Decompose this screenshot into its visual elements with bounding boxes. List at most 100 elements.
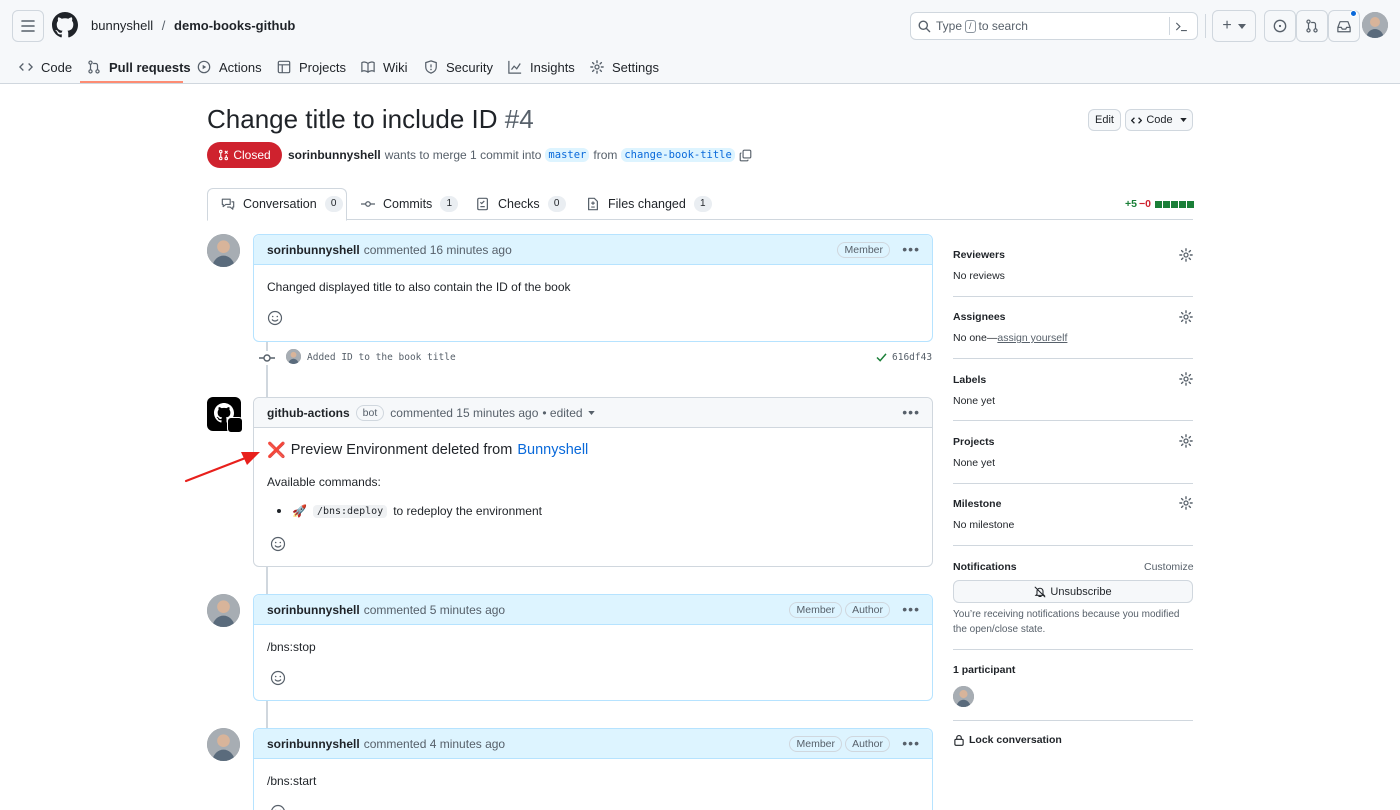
lock-conversation-button[interactable]: Lock conversation bbox=[953, 734, 1062, 746]
repo-owner-link[interactable]: bunnyshell bbox=[91, 18, 153, 33]
gear-icon[interactable] bbox=[1179, 248, 1193, 262]
create-new-button[interactable]: + bbox=[1212, 10, 1256, 42]
hamburger-menu-button[interactable] bbox=[12, 10, 44, 42]
nav-tab-label: Settings bbox=[612, 59, 659, 75]
bunnyshell-link[interactable]: Bunnyshell bbox=[517, 442, 588, 458]
commit-message-link[interactable]: Added ID to the book title bbox=[307, 352, 456, 363]
kebab-menu-icon[interactable]: ••• bbox=[902, 241, 920, 257]
breadcrumb-separator: / bbox=[161, 18, 166, 33]
comment-author[interactable]: sorinbunnyshell bbox=[267, 737, 360, 751]
comment-author[interactable]: sorinbunnyshell bbox=[267, 603, 360, 617]
comment-timestamp[interactable]: commented 5 minutes ago bbox=[364, 603, 505, 617]
edit-label: Edit bbox=[1095, 114, 1114, 126]
pr-author-link[interactable]: sorinbunnyshell bbox=[288, 148, 381, 162]
add-reaction-button[interactable] bbox=[270, 670, 286, 686]
code-dropdown-button[interactable]: Code bbox=[1125, 109, 1193, 131]
tab-conversation[interactable]: Conversation 0 bbox=[221, 188, 343, 220]
diffstat[interactable]: +5 −0 bbox=[1125, 198, 1194, 210]
add-reaction-button[interactable] bbox=[270, 536, 286, 552]
member-badge: Member bbox=[789, 602, 842, 618]
comment-avatar[interactable] bbox=[207, 728, 240, 761]
pull-requests-button[interactable] bbox=[1296, 10, 1328, 42]
add-reaction-button[interactable] bbox=[270, 804, 286, 810]
milestone-heading[interactable]: Milestone bbox=[953, 498, 1001, 510]
command-description: to redeploy the environment bbox=[393, 504, 542, 518]
nav-tab-label: Security bbox=[446, 59, 493, 75]
shield-icon bbox=[425, 60, 437, 74]
command-palette-icon[interactable] bbox=[1175, 20, 1188, 33]
comment-heading: ❌ Preview Environment deleted from Bunny… bbox=[267, 441, 588, 459]
github-actions-avatar[interactable] bbox=[207, 397, 243, 433]
reviewers-heading[interactable]: Reviewers bbox=[953, 249, 1005, 261]
commit-author-avatar[interactable] bbox=[286, 349, 301, 364]
customize-notifications-link[interactable]: Customize bbox=[1144, 561, 1194, 573]
check-icon[interactable] bbox=[876, 353, 887, 362]
copy-icon[interactable] bbox=[739, 149, 752, 162]
comment-author[interactable]: github-actions bbox=[267, 406, 350, 420]
nav-tab-actions[interactable]: Actions bbox=[197, 56, 262, 78]
nav-tab-pull-requests[interactable]: Pull requests bbox=[87, 56, 191, 78]
gear-icon[interactable] bbox=[1179, 372, 1193, 386]
tab-commits[interactable]: Commits 1 bbox=[361, 188, 459, 220]
kebab-menu-icon[interactable]: ••• bbox=[902, 735, 920, 751]
kebab-menu-icon[interactable]: ••• bbox=[902, 404, 920, 420]
bell-slash-icon bbox=[1035, 586, 1046, 597]
comment-card: sorinbunnyshell commented 5 minutes ago … bbox=[253, 594, 933, 701]
nav-tab-projects[interactable]: Projects bbox=[277, 56, 346, 78]
comment-avatar[interactable] bbox=[207, 594, 240, 627]
notifications-heading: Notifications bbox=[953, 561, 1017, 573]
member-badge: Member bbox=[789, 736, 842, 752]
nav-tab-insights[interactable]: Insights bbox=[508, 56, 575, 78]
comment-timestamp[interactable]: commented 4 minutes ago bbox=[364, 737, 505, 751]
plus-icon: + bbox=[1222, 17, 1232, 34]
edit-title-button[interactable]: Edit bbox=[1088, 109, 1121, 131]
head-branch[interactable]: change-book-title bbox=[621, 148, 735, 162]
tab-checks[interactable]: Checks 0 bbox=[476, 188, 566, 220]
nav-tab-label: Code bbox=[41, 59, 73, 75]
projects-heading[interactable]: Projects bbox=[953, 436, 994, 448]
graph-icon bbox=[508, 60, 522, 74]
labels-heading[interactable]: Labels bbox=[953, 374, 986, 386]
caret-down-icon[interactable] bbox=[587, 410, 595, 415]
kebab-menu-icon[interactable]: ••• bbox=[902, 601, 920, 617]
command-list-item: 🚀 /bns:deploy to redeploy the environmen… bbox=[277, 504, 542, 518]
nav-tab-wiki[interactable]: Wiki bbox=[361, 56, 408, 78]
comment-card: sorinbunnyshell commented 4 minutes ago … bbox=[253, 728, 933, 810]
search-input[interactable]: Type / to search bbox=[910, 12, 1198, 40]
gear-icon[interactable] bbox=[1179, 434, 1193, 448]
tab-files-changed[interactable]: Files changed 1 bbox=[586, 188, 712, 220]
user-avatar[interactable] bbox=[1362, 12, 1388, 38]
gear-icon[interactable] bbox=[1179, 496, 1193, 510]
diff-deletions: −0 bbox=[1138, 198, 1151, 210]
tab-counter: 1 bbox=[693, 196, 712, 212]
nav-tab-label: Projects bbox=[299, 59, 346, 75]
nav-tab-code[interactable]: Code bbox=[19, 56, 72, 78]
member-badge: Member bbox=[837, 242, 890, 258]
cross-mark-icon: ❌ bbox=[267, 442, 286, 459]
comment-avatar[interactable] bbox=[207, 234, 240, 267]
gear-icon[interactable] bbox=[1179, 310, 1193, 324]
comment-header: sorinbunnyshell commented 4 minutes ago … bbox=[254, 729, 932, 759]
add-reaction-button[interactable] bbox=[267, 310, 283, 326]
smiley-icon bbox=[271, 804, 285, 810]
comment-author[interactable]: sorinbunnyshell bbox=[267, 243, 360, 257]
github-logo[interactable] bbox=[52, 12, 78, 38]
issues-button[interactable] bbox=[1264, 10, 1296, 42]
edited-dropdown[interactable]: • edited bbox=[542, 406, 582, 420]
assign-yourself-link[interactable]: assign yourself bbox=[997, 332, 1067, 344]
comment-header: github-actions bot commented 15 minutes … bbox=[254, 398, 932, 428]
comment-timestamp[interactable]: commented 16 minutes ago bbox=[364, 243, 512, 257]
github-mark-icon bbox=[52, 12, 78, 38]
assignees-heading[interactable]: Assignees bbox=[953, 311, 1006, 323]
comment-card: sorinbunnyshell commented 16 minutes ago… bbox=[253, 234, 933, 342]
participant-avatar[interactable] bbox=[953, 686, 974, 707]
nav-tab-security[interactable]: Security bbox=[424, 56, 493, 78]
comment-timestamp[interactable]: commented 15 minutes ago bbox=[390, 406, 538, 420]
nav-tab-settings[interactable]: Settings bbox=[590, 56, 659, 78]
repo-name-link[interactable]: demo-books-github bbox=[174, 18, 295, 33]
reviewers-value: No reviews bbox=[953, 270, 1005, 282]
base-branch[interactable]: master bbox=[545, 148, 590, 162]
unsubscribe-button[interactable]: Unsubscribe bbox=[953, 580, 1193, 603]
comment-body: Changed displayed title to also contain … bbox=[267, 280, 571, 294]
commit-sha-link[interactable]: 616df43 bbox=[892, 352, 932, 363]
